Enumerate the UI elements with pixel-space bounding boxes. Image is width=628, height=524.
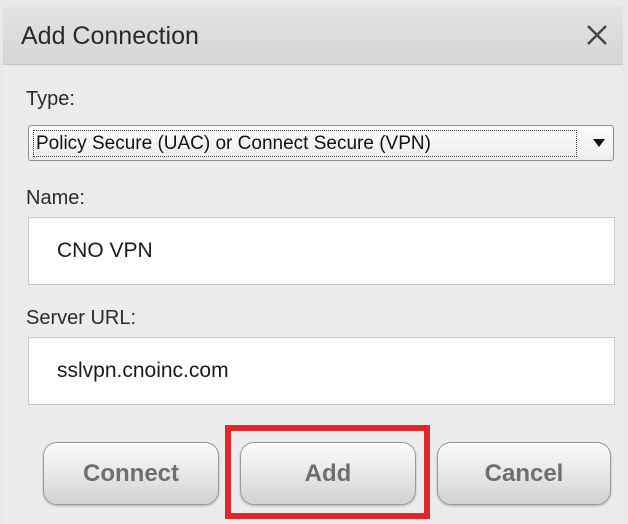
add-button-highlight [225,425,430,519]
cancel-button[interactable]: Cancel [437,442,611,505]
type-label: Type: [26,88,75,110]
title-bar: Add Connection [3,7,623,65]
dialog-title: Add Connection [21,22,199,50]
server-url-field-box [28,337,615,405]
name-label: Name: [26,187,85,209]
type-select[interactable]: Policy Secure (UAC) or Connect Secure (V… [28,125,614,161]
server-url-field[interactable] [29,338,614,404]
close-icon [587,25,607,45]
server-url-label: Server URL: [26,307,137,329]
name-field[interactable] [29,218,614,284]
close-button[interactable] [577,15,617,55]
type-select-value: Policy Secure (UAC) or Connect Secure (V… [33,130,577,157]
connect-button[interactable]: Connect [43,442,219,505]
name-field-box [28,217,615,285]
chevron-down-icon [593,139,605,147]
add-connection-dialog: Add Connection Type: Policy Secure (UAC)… [0,0,628,524]
